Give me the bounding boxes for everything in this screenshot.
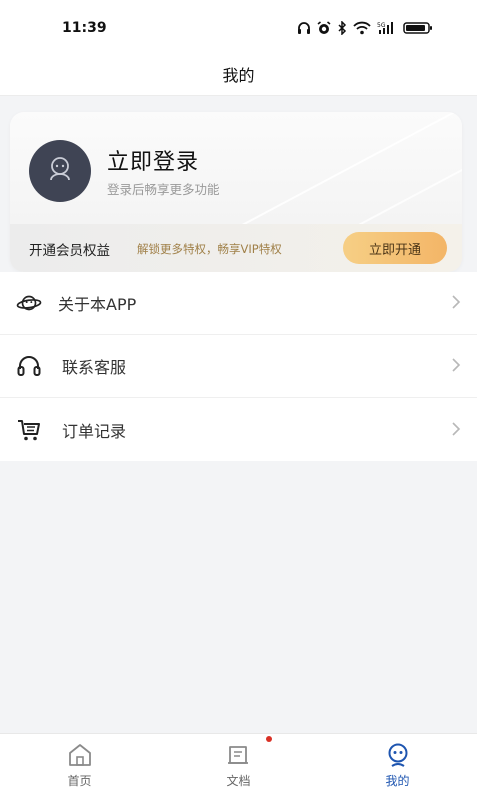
profile-page: 11:39 5G 我的 立即登录 登录后畅享更多功能 开通会员权益 解锁更多特权… bbox=[0, 0, 477, 795]
activate-vip-button[interactable]: 立即开通 bbox=[343, 232, 447, 264]
page-title: 我的 bbox=[222, 65, 255, 85]
home-icon bbox=[66, 742, 94, 768]
svg-text:5G: 5G bbox=[377, 22, 386, 29]
login-subtitle: 登录后畅享更多功能 bbox=[107, 182, 220, 197]
profile-icon bbox=[384, 742, 412, 768]
menu-item-order-history[interactable]: 订单记录 bbox=[0, 398, 477, 461]
menu-item-label: 订单记录 bbox=[62, 421, 127, 441]
headphones-icon bbox=[297, 21, 311, 35]
profile-card[interactable]: 立即登录 登录后畅享更多功能 开通会员权益 解锁更多特权，畅享VIP特权 立即开… bbox=[10, 112, 462, 272]
nav-label: 文档 bbox=[226, 774, 251, 788]
signal-icon: 5G bbox=[377, 21, 397, 35]
status-icons: 5G bbox=[297, 21, 433, 35]
bluetooth-icon bbox=[337, 21, 347, 35]
nav-label: 首页 bbox=[67, 774, 92, 788]
notification-dot bbox=[265, 736, 272, 742]
menu-item-label: 联系客服 bbox=[62, 358, 127, 377]
wifi-icon bbox=[353, 21, 371, 35]
menu-item-customer-service[interactable]: 联系客服 bbox=[0, 335, 477, 398]
nav-item-documents[interactable]: 文档 bbox=[159, 734, 318, 795]
avatar[interactable] bbox=[29, 140, 91, 202]
document-icon bbox=[225, 742, 253, 768]
status-time: 11:39 bbox=[62, 20, 107, 36]
nav-label: 我的 bbox=[385, 774, 410, 788]
vip-benefits-strip: 开通会员权益 解锁更多特权，畅享VIP特权 立即开通 bbox=[10, 224, 462, 272]
vip-description: 解锁更多特权，畅享VIP特权 bbox=[137, 242, 282, 256]
planet-icon bbox=[16, 290, 42, 316]
status-bar: 11:39 5G bbox=[0, 0, 477, 56]
nav-item-home[interactable]: 首页 bbox=[0, 734, 159, 795]
user-avatar-icon bbox=[45, 154, 75, 188]
chevron-right-icon bbox=[449, 355, 463, 375]
nav-item-mine[interactable]: 我的 bbox=[318, 734, 477, 795]
chevron-right-icon bbox=[449, 419, 463, 439]
title-bar: 我的 bbox=[0, 52, 477, 96]
vip-title: 开通会员权益 bbox=[29, 243, 110, 259]
menu-list: 关于本APP 联系客服 订单记录 bbox=[0, 272, 477, 461]
login-title[interactable]: 立即登录 bbox=[107, 144, 199, 176]
chevron-right-icon bbox=[449, 292, 463, 312]
menu-item-label: 关于本APP bbox=[58, 295, 137, 314]
menu-item-about[interactable]: 关于本APP bbox=[0, 272, 477, 335]
headset-icon bbox=[16, 353, 42, 379]
cart-icon bbox=[16, 417, 42, 443]
alarm-icon bbox=[317, 21, 331, 35]
bottom-nav: 首页 文档 我的 bbox=[0, 733, 477, 795]
battery-icon bbox=[403, 21, 433, 35]
